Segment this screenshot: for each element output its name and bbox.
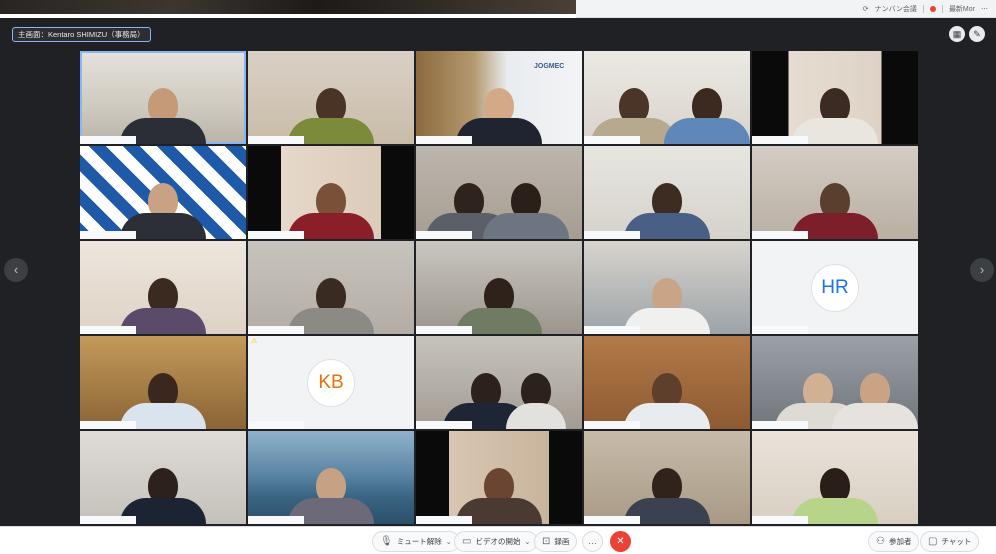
participant-video — [831, 373, 918, 429]
warning-icon: ⚠ — [251, 338, 258, 345]
camera-off-icon: ▭ — [462, 536, 472, 547]
name-plate — [416, 136, 472, 144]
name-plate — [752, 421, 808, 429]
name-plate — [416, 231, 472, 239]
chat-button[interactable]: ▢ チャット — [920, 531, 980, 552]
participant-tile[interactable] — [80, 51, 246, 144]
grid-icon[interactable]: ▦ — [949, 26, 965, 42]
hangup-button[interactable]: ✕ — [610, 531, 631, 552]
participant-tile[interactable] — [752, 336, 918, 429]
participant-video — [505, 373, 566, 429]
name-plate — [752, 136, 808, 144]
participants-icon: ⚇ — [876, 536, 885, 547]
name-plate — [248, 326, 304, 334]
participant-tile[interactable] — [752, 431, 918, 524]
participant-tile[interactable] — [584, 51, 750, 144]
participant-tile[interactable] — [752, 51, 918, 144]
top-divider — [941, 4, 943, 13]
meeting-stage: 主画面：Kentaro SHIMIZU（事務局） ▦ ✎ ‹ › JOGMEC — [0, 18, 996, 526]
participant-grid: JOGMEC HR ⚠ KB — [79, 50, 919, 525]
participant-tile[interactable] — [584, 336, 750, 429]
name-plate — [80, 136, 136, 144]
participant-tile[interactable] — [416, 146, 582, 239]
participant-tile[interactable] — [248, 431, 414, 524]
participant-tile[interactable] — [80, 146, 246, 239]
participant-tile[interactable] — [416, 431, 582, 524]
top-photo-strip — [0, 0, 576, 14]
participant-video — [482, 183, 569, 239]
microphone-off-icon: 🎙 — [380, 536, 393, 547]
name-plate — [80, 326, 136, 334]
status-text: ナンバン会議 — [874, 5, 917, 13]
participant-avatar: HR — [811, 263, 859, 312]
name-plate — [584, 231, 640, 239]
more-options-button[interactable]: … — [582, 531, 603, 552]
chevron-down-icon[interactable]: ⌄ — [524, 538, 530, 546]
meeting-window: ⟳ ナンバン会議 最新Mor ⋯ 主画面：Kentaro SHIMIZU（事務局… — [0, 0, 996, 554]
more-icon[interactable]: ⋯ — [981, 5, 988, 13]
control-bar: 🎙 ミュート解除 ⌄ ▭ ビデオの開始 ⌄ ⊡ 録画 … ✕ ⚇ 参加者 ▢ チ… — [0, 526, 996, 554]
record-button[interactable]: ⊡ 録画 — [534, 531, 578, 552]
video-label: ビデオの開始 — [475, 537, 521, 546]
participant-tile[interactable] — [248, 241, 414, 334]
user-text[interactable]: 最新Mor — [949, 4, 975, 14]
participant-tile[interactable]: ⚠ KB — [248, 336, 414, 429]
video-button[interactable]: ▭ ビデオの開始 ⌄ — [454, 531, 539, 552]
name-plate — [80, 231, 136, 239]
hangup-icon: ✕ — [616, 536, 625, 547]
name-plate — [584, 421, 640, 429]
participant-tile[interactable] — [584, 241, 750, 334]
refresh-icon[interactable]: ⟳ — [863, 5, 869, 13]
participant-tile[interactable] — [416, 241, 582, 334]
record-icon: ⊡ — [542, 536, 551, 547]
participant-avatar: KB — [307, 358, 355, 407]
participant-tile[interactable] — [584, 431, 750, 524]
participants-button[interactable]: ⚇ 参加者 — [868, 531, 920, 552]
name-plate — [80, 421, 136, 429]
participant-tile[interactable] — [80, 241, 246, 334]
active-speaker-label: 主画面：Kentaro SHIMIZU（事務局） — [12, 27, 151, 42]
record-dot-icon — [929, 5, 936, 12]
mute-label: ミュート解除 — [396, 537, 442, 546]
name-plate — [584, 326, 640, 334]
name-plate — [752, 516, 808, 524]
avatar-initials: KB — [318, 371, 344, 393]
participant-tile[interactable] — [80, 431, 246, 524]
chevron-left-icon[interactable]: ‹ — [4, 258, 28, 282]
name-plate — [248, 421, 304, 429]
participant-tile[interactable] — [752, 146, 918, 239]
name-plate — [752, 231, 808, 239]
participant-tile[interactable]: JOGMEC — [416, 51, 582, 144]
participant-tile[interactable] — [80, 336, 246, 429]
mute-button[interactable]: 🎙 ミュート解除 ⌄ — [372, 531, 460, 552]
name-plate — [416, 421, 472, 429]
name-plate — [248, 516, 304, 524]
participant-tile[interactable] — [584, 146, 750, 239]
participant-tile[interactable]: HR — [752, 241, 918, 334]
pin-icon[interactable]: ✎ — [969, 26, 985, 42]
record-label: 録画 — [554, 537, 570, 546]
name-plate — [752, 326, 808, 334]
name-plate — [416, 326, 472, 334]
browser-top-bar: ⟳ ナンバン会議 最新Mor ⋯ — [576, 0, 996, 18]
participant-video — [663, 88, 750, 144]
participant-tile[interactable] — [248, 146, 414, 239]
company-logo: JOGMEC — [534, 63, 565, 70]
participant-tile[interactable] — [248, 51, 414, 144]
chevron-down-icon[interactable]: ⌄ — [446, 538, 452, 546]
participant-tile[interactable] — [416, 336, 582, 429]
participants-label: 参加者 — [888, 537, 912, 546]
name-plate — [584, 516, 640, 524]
chat-label: チャット — [941, 537, 972, 546]
top-divider — [922, 4, 924, 13]
chat-icon: ▢ — [928, 536, 938, 547]
chevron-right-icon[interactable]: › — [970, 258, 994, 282]
avatar-initials: HR — [821, 276, 849, 298]
name-plate — [416, 516, 472, 524]
name-plate — [248, 136, 304, 144]
name-plate — [248, 231, 304, 239]
name-plate — [80, 516, 136, 524]
name-plate — [584, 136, 640, 144]
